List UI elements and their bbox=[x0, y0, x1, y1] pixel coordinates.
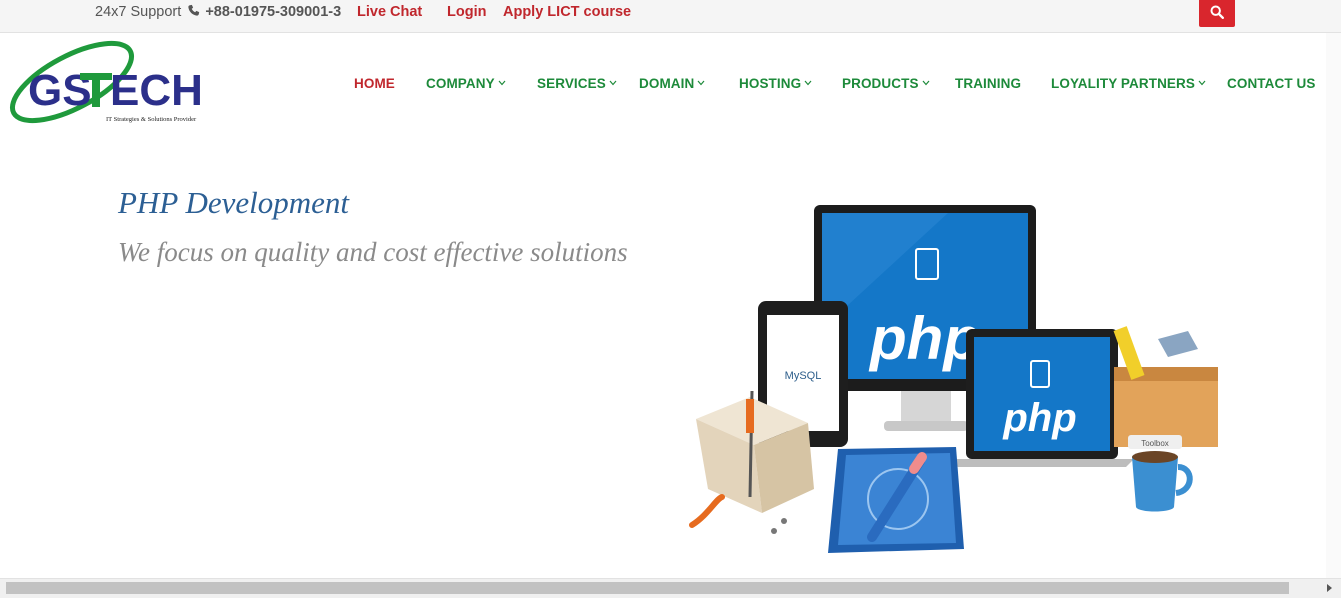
blueprint-image bbox=[828, 447, 964, 553]
nav-services[interactable]: SERVICES bbox=[537, 76, 617, 91]
horizontal-scrollbar[interactable] bbox=[0, 578, 1341, 598]
support-info: 24x7 Support +88-01975-309001-3 bbox=[95, 4, 341, 20]
chevron-down-icon bbox=[609, 80, 617, 86]
nav-hosting-label: HOSTING bbox=[739, 76, 802, 91]
chevron-down-icon bbox=[1198, 80, 1206, 86]
tablet-mysql-text: MySQL bbox=[785, 370, 822, 382]
nav-training[interactable]: TRAINING bbox=[955, 76, 1021, 91]
site-header: GS ECH IT Strategies & Solutions Provide… bbox=[0, 33, 1341, 133]
svg-text:ECH: ECH bbox=[110, 66, 203, 115]
nav-loyality-partners-label: LOYALITY PARTNERS bbox=[1051, 76, 1195, 91]
wooden-toolbox-image: Toolbox bbox=[1113, 326, 1218, 449]
mug-image bbox=[1132, 451, 1193, 512]
nav-contact-us-label: CONTACT US bbox=[1227, 76, 1316, 91]
nav-domain[interactable]: DOMAIN bbox=[639, 76, 705, 91]
svg-text:IT Strategies & Solutions Prov: IT Strategies & Solutions Provider bbox=[106, 116, 197, 123]
apply-lict-link[interactable]: Apply LICT course bbox=[503, 4, 631, 20]
search-button[interactable] bbox=[1199, 0, 1235, 27]
live-chat-link[interactable]: Live Chat bbox=[357, 4, 422, 20]
logo[interactable]: GS ECH IT Strategies & Solutions Provide… bbox=[4, 35, 204, 130]
laptop-image: php bbox=[950, 329, 1134, 467]
nav-services-label: SERVICES bbox=[537, 76, 606, 91]
search-icon bbox=[1210, 5, 1224, 19]
laptop-php-text: php bbox=[1002, 396, 1076, 440]
support-label: 24x7 Support bbox=[95, 4, 182, 20]
chevron-down-icon bbox=[804, 80, 812, 86]
nav-training-label: TRAINING bbox=[955, 76, 1022, 91]
toolbox-label-text: Toolbox bbox=[1141, 439, 1169, 448]
chevron-down-icon bbox=[697, 80, 705, 86]
nav-products-label: PRODUCTS bbox=[842, 76, 919, 91]
phone-icon bbox=[188, 4, 200, 16]
nav-company[interactable]: COMPANY bbox=[426, 76, 506, 91]
nav-home[interactable]: HOME bbox=[354, 76, 395, 91]
login-link[interactable]: Login bbox=[447, 4, 486, 20]
monitor-php-text: php bbox=[868, 305, 980, 372]
scroll-right-arrow-icon[interactable] bbox=[1327, 584, 1332, 592]
nav-loyality-partners[interactable]: LOYALITY PARTNERS bbox=[1051, 76, 1206, 91]
nav-home-label: HOME bbox=[354, 76, 395, 91]
chevron-down-icon bbox=[922, 80, 930, 86]
scrollbar-thumb[interactable] bbox=[6, 582, 1289, 594]
php-devices-illustration: php MySQL php Toolbox bbox=[689, 205, 1218, 553]
hero-title: PHP Development bbox=[118, 185, 349, 220]
nav-contact-us[interactable]: CONTACT US bbox=[1227, 76, 1316, 91]
hero-subtitle: We focus on quality and cost effective s… bbox=[118, 237, 628, 267]
nav-domain-label: DOMAIN bbox=[639, 76, 695, 91]
nav-products[interactable]: PRODUCTS bbox=[842, 76, 930, 91]
nav-hosting[interactable]: HOSTING bbox=[739, 76, 812, 91]
top-bar: 24x7 Support +88-01975-309001-3 Live Cha… bbox=[0, 0, 1341, 33]
vertical-scroll-edge bbox=[1326, 33, 1341, 578]
chevron-down-icon bbox=[498, 80, 506, 86]
support-phone: +88-01975-309001-3 bbox=[205, 4, 342, 20]
nav-company-label: COMPANY bbox=[426, 76, 495, 91]
hero-banner: PHP Development We focus on quality and … bbox=[0, 133, 1327, 577]
